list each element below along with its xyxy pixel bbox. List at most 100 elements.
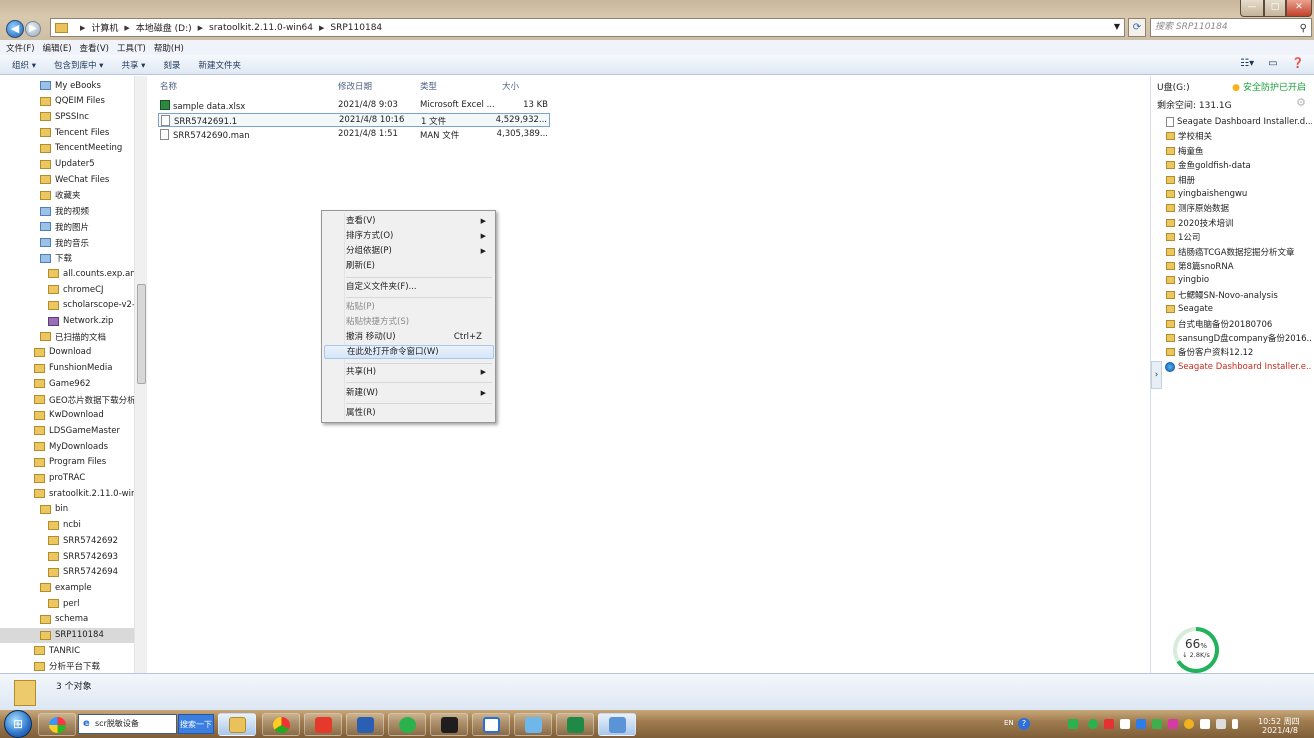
help-icon[interactable]: ❓: [1292, 58, 1304, 69]
menu-item-properties[interactable]: 属性(R): [346, 406, 494, 420]
address-bar[interactable]: ▶ 计算机 ▶ 本地磁盘 (D:) ▶ sratoolkit.2.11.0-wi…: [50, 18, 1125, 37]
menu-file[interactable]: 文件(F): [6, 42, 35, 54]
nav-item[interactable]: sratoolkit.2.11.0-win64: [34, 486, 146, 501]
nav-item[interactable]: proTRAC: [34, 471, 85, 486]
taskbar-search-button[interactable]: 搜索一下: [178, 714, 214, 734]
nav-item[interactable]: all.counts.exp.annc: [48, 266, 146, 281]
notification-icon[interactable]: [1120, 719, 1130, 729]
menu-item-paste[interactable]: 粘贴(P): [346, 300, 494, 314]
terminal-taskbar-icon[interactable]: [430, 713, 468, 736]
anydesk-taskbar-icon[interactable]: [304, 713, 342, 736]
nav-item[interactable]: 下载: [40, 251, 72, 266]
usb-list-item[interactable]: 金鱼goldfish-data: [1166, 158, 1251, 172]
nav-item[interactable]: 分析平台下载: [34, 659, 100, 673]
usb-list-item[interactable]: 2020技术培训: [1166, 216, 1234, 230]
nav-item[interactable]: 收藏夹: [40, 188, 81, 203]
nav-item[interactable]: SRR5742694: [48, 565, 118, 580]
menu-help[interactable]: 帮助(H): [154, 42, 184, 54]
menu-item-share[interactable]: 共享(H) ▶: [346, 365, 494, 379]
tray-icon[interactable]: [1136, 719, 1146, 729]
menu-item-customize-folder[interactable]: 自定义文件夹(F)...: [346, 280, 494, 294]
language-indicator[interactable]: EN: [1004, 719, 1014, 727]
gear-icon[interactable]: ⚙: [1296, 96, 1306, 109]
menu-item-undo[interactable]: 撤消 移动(U) Ctrl+Z: [346, 330, 494, 344]
usb-list-item[interactable]: sansungD盘company备份2016...: [1166, 331, 1312, 345]
usb-list-item[interactable]: 第8篇snoRNA: [1166, 259, 1234, 273]
taskbar-search-input[interactable]: scr脱敏设备: [78, 714, 177, 734]
clock-date[interactable]: 2021/4/8: [1262, 726, 1298, 735]
nav-item[interactable]: 我的音乐: [40, 235, 89, 250]
nav-item[interactable]: KwDownload: [34, 408, 104, 423]
column-header-date[interactable]: 修改日期: [338, 80, 372, 92]
nav-item[interactable]: SRR5742692: [48, 533, 118, 548]
tray-icon[interactable]: [1184, 719, 1194, 729]
tray-icon[interactable]: [1104, 719, 1114, 729]
help-icon[interactable]: ?: [1018, 718, 1030, 730]
usb-list-item[interactable]: 七鳃鳗SN-Novo-analysis: [1166, 288, 1278, 302]
wechat-tray-icon[interactable]: [1088, 719, 1098, 729]
menu-item-open-command-window[interactable]: 在此处打开命令窗口(W): [324, 345, 494, 359]
chevron-down-icon[interactable]: ▼: [1114, 22, 1120, 31]
nav-item[interactable]: TANRIC: [34, 643, 80, 658]
usb-list-item[interactable]: 结肠癌TCGA数据挖掘分析文章: [1166, 245, 1295, 259]
burn-button[interactable]: 刻录: [163, 59, 180, 71]
usb-list-item[interactable]: Seagate: [1166, 302, 1213, 316]
usb-list-item[interactable]: 测序原始数据: [1166, 201, 1229, 215]
nav-item[interactable]: SRP110184: [0, 627, 134, 643]
app-taskbar-icon[interactable]: [514, 713, 552, 736]
menu-item-view[interactable]: 查看(V) ▶: [346, 214, 494, 228]
nav-item[interactable]: scholarscope-v2-3: [48, 298, 140, 313]
wechat-taskbar-icon[interactable]: [388, 713, 426, 736]
nav-item[interactable]: GEO芯片数据下载分析: [34, 392, 136, 407]
usb-list-item[interactable]: 相册: [1166, 173, 1195, 187]
menu-item-refresh[interactable]: 刷新(E): [346, 259, 494, 273]
nav-item[interactable]: Download: [34, 345, 91, 360]
volume-icon[interactable]: [1232, 719, 1238, 729]
usb-list-item[interactable]: Seagate Dashboard Installer.e...: [1165, 360, 1311, 374]
nav-item[interactable]: WeChat Files: [40, 172, 109, 187]
network-gauge[interactable]: 66% ↓ 2.8K/s: [1173, 627, 1219, 673]
column-header-size[interactable]: 大小: [502, 80, 519, 92]
chevron-right-icon[interactable]: ›: [1151, 361, 1162, 389]
nav-item[interactable]: 已扫描的文档: [40, 329, 106, 344]
menu-item-paste-shortcut[interactable]: 粘贴快捷方式(S): [346, 315, 494, 329]
nav-item[interactable]: SPSSInc: [40, 109, 89, 124]
refresh-button[interactable]: ⟳: [1128, 18, 1146, 37]
nav-item[interactable]: Program Files: [34, 455, 106, 470]
menu-view[interactable]: 查看(V): [80, 42, 109, 54]
close-button[interactable]: ✕: [1286, 0, 1312, 17]
chrome-taskbar-icon[interactable]: [262, 713, 300, 736]
breadcrumb-item[interactable]: 计算机: [91, 21, 118, 34]
nav-item[interactable]: Game962: [34, 376, 91, 391]
usb-list-item[interactable]: 台式电脑备份20180706: [1166, 317, 1272, 331]
menu-item-group[interactable]: 分组依据(P) ▶: [346, 244, 494, 258]
app-taskbar-icon[interactable]: [598, 713, 636, 736]
maximize-button[interactable]: □: [1264, 0, 1286, 17]
tray-icon[interactable]: [1068, 719, 1078, 729]
nav-item[interactable]: ncbi: [48, 518, 81, 533]
nav-item[interactable]: schema: [40, 612, 88, 627]
start-button[interactable]: ⊞: [4, 710, 32, 738]
usb-list-item[interactable]: 备份客户资料12.12: [1166, 345, 1253, 359]
scrollbar-thumb[interactable]: [137, 284, 146, 384]
back-button[interactable]: ◀: [6, 20, 24, 38]
breadcrumb-item[interactable]: SRP110184: [330, 23, 382, 33]
nav-item[interactable]: Network.zip: [48, 314, 113, 329]
protection-status[interactable]: 安全防护已开启: [1232, 80, 1306, 93]
nav-item[interactable]: 我的图片: [40, 219, 89, 234]
share-button[interactable]: 共享 ▾: [121, 59, 145, 71]
usb-list-item[interactable]: Seagate Dashboard Installer.d...: [1166, 115, 1312, 129]
preview-pane-icon[interactable]: ▭: [1268, 58, 1277, 69]
usb-list-item[interactable]: 1公司: [1166, 230, 1200, 244]
usb-list-item[interactable]: yingbaishengwu: [1166, 187, 1247, 201]
table-row[interactable]: SRR5742690.man 2021/4/8 1:51 MAN 文件 4,30…: [158, 128, 550, 142]
menu-item-new[interactable]: 新建(W) ▶: [346, 386, 494, 400]
menu-item-sort[interactable]: 排序方式(O) ▶: [346, 229, 494, 243]
nav-item[interactable]: chromeCJ: [48, 282, 104, 297]
nav-item[interactable]: SRR5742693: [48, 549, 118, 564]
search-input[interactable]: 搜索 SRP110184 ⚲: [1150, 18, 1312, 37]
nav-item[interactable]: example: [40, 580, 92, 595]
minimize-button[interactable]: —: [1240, 0, 1264, 17]
view-options-icon[interactable]: ☷▾: [1240, 58, 1254, 69]
forward-button[interactable]: ▶: [25, 21, 41, 37]
